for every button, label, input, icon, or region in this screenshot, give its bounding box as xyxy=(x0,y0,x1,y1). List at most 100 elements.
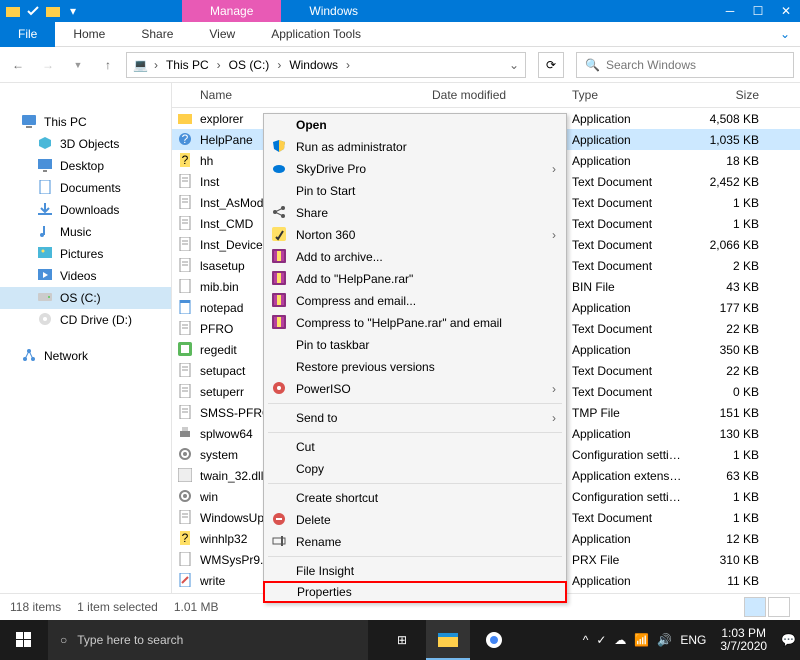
breadcrumb-item[interactable]: Windows xyxy=(287,58,340,72)
close-button[interactable]: ✕ xyxy=(772,0,800,22)
column-header-size[interactable]: Size xyxy=(692,88,767,102)
breadcrumb-item[interactable]: OS (C:) xyxy=(227,58,272,72)
explorer-taskbar-icon[interactable] xyxy=(426,620,470,660)
menu-item-pin-to-start[interactable]: Pin to Start xyxy=(264,180,566,202)
chevron-right-icon[interactable]: › xyxy=(344,58,352,72)
column-header-name[interactable]: Name xyxy=(172,88,432,102)
nav-item-cd-drive-d-[interactable]: CD Drive (D:) xyxy=(0,309,171,331)
menu-item-pin-to-taskbar[interactable]: Pin to taskbar xyxy=(264,334,566,356)
nav-item-documents[interactable]: Documents xyxy=(0,177,171,199)
menu-item-restore-previous-versions[interactable]: Restore previous versions xyxy=(264,356,566,378)
menu-item-add-to-helppane-rar-[interactable]: Add to "HelpPane.rar" xyxy=(264,268,566,290)
chrome-taskbar-icon[interactable] xyxy=(472,620,516,660)
file-type: Application xyxy=(572,574,692,588)
tray-chevron-up-icon[interactable]: ^ xyxy=(583,633,589,647)
check-icon[interactable] xyxy=(24,2,42,20)
menu-item-poweriso[interactable]: PowerISO› xyxy=(264,378,566,400)
column-header-type[interactable]: Type xyxy=(572,88,692,102)
menu-item-compress-and-email-[interactable]: Compress and email... xyxy=(264,290,566,312)
folder-exp-icon xyxy=(178,111,194,127)
tab-home[interactable]: Home xyxy=(55,22,123,47)
menu-item-share[interactable]: Share xyxy=(264,202,566,224)
menu-item-add-to-archive-[interactable]: Add to archive... xyxy=(264,246,566,268)
menu-item-file-insight[interactable]: File Insight xyxy=(264,560,566,582)
details-view-button[interactable] xyxy=(744,597,766,617)
nav-item-downloads[interactable]: Downloads xyxy=(0,199,171,221)
tab-share[interactable]: Share xyxy=(123,22,191,47)
chevron-right-icon[interactable]: › xyxy=(275,58,283,72)
breadcrumb-item[interactable]: This PC xyxy=(164,58,211,72)
up-button[interactable]: ↑ xyxy=(96,53,120,77)
menu-item-properties[interactable]: Properties xyxy=(263,581,567,603)
menu-item-copy[interactable]: Copy xyxy=(264,458,566,480)
file-type: Text Document xyxy=(572,196,692,210)
menu-item-skydrive-pro[interactable]: SkyDrive Pro› xyxy=(264,158,566,180)
wifi-tray-icon[interactable]: 📶 xyxy=(634,633,649,647)
back-button[interactable]: ← xyxy=(6,53,30,77)
file-type: Application xyxy=(572,112,692,126)
menu-item-compress-to-helppane-rar-and-email[interactable]: Compress to "HelpPane.rar" and email xyxy=(264,312,566,334)
large-icons-view-button[interactable] xyxy=(768,597,790,617)
refresh-button[interactable]: ⟳ xyxy=(538,52,564,78)
bin-icon xyxy=(178,279,194,295)
task-view-button[interactable]: ⊞ xyxy=(380,620,424,660)
column-header-date[interactable]: Date modified xyxy=(432,88,572,102)
file-type: Text Document xyxy=(572,238,692,252)
context-menu: OpenRun as administratorSkyDrive Pro›Pin… xyxy=(263,113,567,603)
printer-icon xyxy=(178,426,194,442)
tab-view[interactable]: View xyxy=(191,22,253,47)
ribbon-expand-icon[interactable]: ⌄ xyxy=(770,27,800,41)
nav-item-3d-objects[interactable]: 3D Objects xyxy=(0,133,171,155)
nav-item-videos[interactable]: Videos xyxy=(0,265,171,287)
nav-label: Network xyxy=(44,349,88,363)
maximize-button[interactable]: ☐ xyxy=(744,0,772,22)
txt-icon xyxy=(178,258,194,274)
file-size: 1 KB xyxy=(692,217,767,231)
breadcrumb[interactable]: 💻 › This PC › OS (C:) › Windows › ⌄ xyxy=(126,52,526,78)
svg-text:?: ? xyxy=(182,132,189,146)
norton-tray-icon[interactable]: ✓ xyxy=(596,633,606,647)
file-tab[interactable]: File xyxy=(0,22,55,47)
nav-item-os-c-[interactable]: OS (C:) xyxy=(0,287,171,309)
chevron-right-icon[interactable]: › xyxy=(215,58,223,72)
manage-tab[interactable]: Manage xyxy=(182,0,281,22)
breadcrumb-dropdown-icon[interactable]: ⌄ xyxy=(509,58,519,72)
qat-dropdown-icon[interactable]: ▾ xyxy=(64,2,82,20)
notifications-icon[interactable]: 💬 xyxy=(781,633,796,647)
menu-label: Add to "HelpPane.rar" xyxy=(296,272,413,286)
folder-icon xyxy=(4,2,22,20)
taskbar-search[interactable]: ○ Type here to search xyxy=(48,620,368,660)
menu-item-create-shortcut[interactable]: Create shortcut xyxy=(264,487,566,509)
menu-item-open[interactable]: Open xyxy=(264,114,566,136)
nav-item-this-pc[interactable]: This PC xyxy=(0,111,171,133)
tab-app-tools[interactable]: Application Tools xyxy=(253,22,379,47)
menu-item-rename[interactable]: Rename xyxy=(264,531,566,553)
nav-item-pictures[interactable]: Pictures xyxy=(0,243,171,265)
search-box[interactable]: 🔍 Search Windows xyxy=(576,52,794,78)
clock[interactable]: 1:03 PM 3/7/2020 xyxy=(714,627,773,653)
volume-tray-icon[interactable]: 🔊 xyxy=(657,633,672,647)
language-indicator[interactable]: ENG xyxy=(680,633,706,647)
menu-item-run-as-administrator[interactable]: Run as administrator xyxy=(264,136,566,158)
nav-label: CD Drive (D:) xyxy=(60,313,132,327)
write-icon xyxy=(178,573,194,589)
start-button[interactable] xyxy=(0,620,48,660)
hh-icon: ? xyxy=(178,153,194,169)
file-type: Configuration setti… xyxy=(572,448,692,462)
menu-item-delete[interactable]: Delete xyxy=(264,509,566,531)
cloud-tray-icon[interactable]: ☁ xyxy=(614,633,626,647)
pictures-icon xyxy=(38,246,54,262)
menu-label: Open xyxy=(296,118,327,132)
navigation-pane[interactable]: This PC3D ObjectsDesktopDocumentsDownloa… xyxy=(0,83,172,593)
chevron-right-icon[interactable]: › xyxy=(152,58,160,72)
forward-button[interactable]: → xyxy=(36,53,60,77)
menu-item-norton-360[interactable]: Norton 360› xyxy=(264,224,566,246)
nav-item-network[interactable]: Network xyxy=(0,345,171,367)
menu-item-cut[interactable]: Cut xyxy=(264,436,566,458)
recent-dropdown[interactable]: ▼ xyxy=(66,53,90,77)
nav-label: Music xyxy=(60,225,91,239)
minimize-button[interactable]: ─ xyxy=(716,0,744,22)
nav-item-music[interactable]: Music xyxy=(0,221,171,243)
menu-item-send-to[interactable]: Send to› xyxy=(264,407,566,429)
nav-item-desktop[interactable]: Desktop xyxy=(0,155,171,177)
